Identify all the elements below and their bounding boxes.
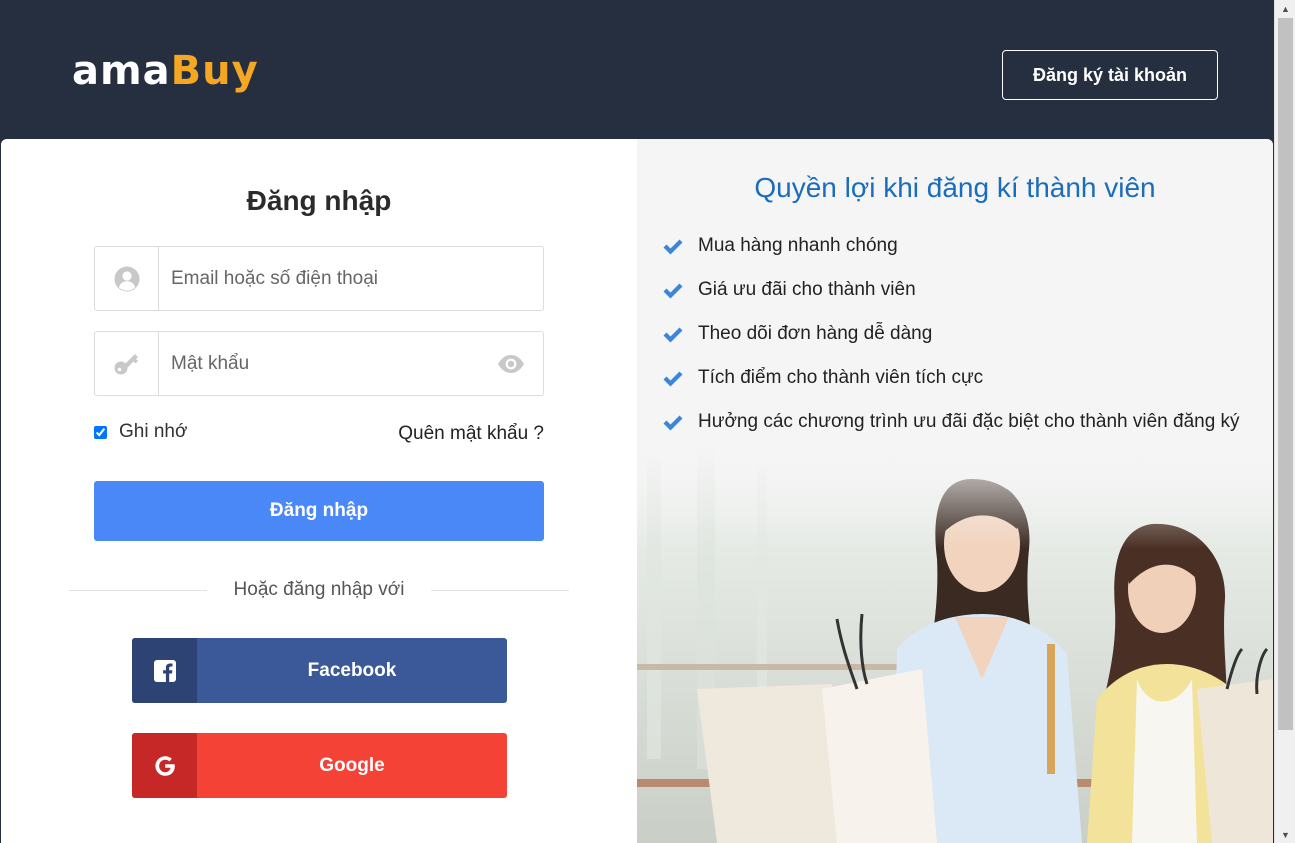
benefit-item: Giá ưu đãi cho thành viên <box>662 278 1252 301</box>
benefits-panel: Quyền lợi khi đăng kí thành viên Mua hàn… <box>637 139 1273 843</box>
google-label: Google <box>319 754 385 776</box>
check-icon <box>663 283 683 299</box>
login-title: Đăng nhập <box>246 185 392 216</box>
benefit-text: Hưởng các chương trình ưu đãi đặc biệt c… <box>698 411 1240 432</box>
register-button[interactable]: Đăng ký tài khoản <box>1002 50 1218 100</box>
email-input[interactable] <box>171 247 491 310</box>
benefit-item: Hưởng các chương trình ưu đãi đặc biệt c… <box>662 410 1252 433</box>
divider-text: Hoặc đăng nhập với <box>233 579 405 600</box>
facebook-login-button[interactable]: Facebook <box>132 638 507 703</box>
eye-icon[interactable] <box>497 352 525 376</box>
remember-label: Ghi nhớ <box>119 421 188 442</box>
email-field <box>94 246 544 311</box>
remember-checkbox[interactable] <box>94 425 107 439</box>
google-login-button[interactable]: Google <box>132 733 507 798</box>
logo-text-ama: ama <box>72 48 171 94</box>
benefits-list: Mua hàng nhanh chóng Giá ưu đãi cho thàn… <box>662 234 1252 454</box>
facebook-label: Facebook <box>307 659 397 681</box>
benefits-title: Quyền lợi khi đăng kí thành viên <box>754 172 1156 203</box>
scroll-up-arrow-icon[interactable]: ▲ <box>1275 0 1295 17</box>
remember-me[interactable]: Ghi nhớ <box>94 421 187 443</box>
google-icon <box>132 733 197 798</box>
check-icon <box>663 239 683 255</box>
user-circle-icon <box>95 247 159 310</box>
shopping-women-photo <box>637 439 1273 843</box>
benefit-text: Giá ưu đãi cho thành viên <box>698 279 916 300</box>
benefit-text: Tích điểm cho thành viên tích cực <box>698 367 984 388</box>
auth-card: Đăng nhập Email hoặc số điện thoại Ghi n… <box>1 139 1273 843</box>
login-panel: Đăng nhập Email hoặc số điện thoại Ghi n… <box>1 139 637 843</box>
benefit-item: Theo dõi đơn hàng dễ dàng <box>662 322 1252 345</box>
forgot-password-link[interactable]: Quên mật khẩu ? <box>398 423 544 445</box>
benefit-item: Tích điểm cho thành viên tích cực <box>662 366 1252 389</box>
vertical-scrollbar[interactable]: ▲ ▼ <box>1274 0 1295 843</box>
logo[interactable]: amaBuy <box>72 48 259 94</box>
check-icon <box>663 327 683 343</box>
login-submit-button[interactable]: Đăng nhập <box>94 481 544 541</box>
facebook-icon <box>132 638 197 703</box>
logo-text-buy: Buy <box>170 48 259 94</box>
password-input[interactable] <box>171 332 491 395</box>
check-icon <box>663 415 683 431</box>
benefit-text: Mua hàng nhanh chóng <box>698 235 898 256</box>
benefit-item: Mua hàng nhanh chóng <box>662 234 1252 257</box>
check-icon <box>663 371 683 387</box>
scroll-down-arrow-icon[interactable]: ▼ <box>1275 826 1295 843</box>
password-field <box>94 331 544 396</box>
benefit-text: Theo dõi đơn hàng dễ dàng <box>698 323 933 344</box>
key-icon <box>95 332 159 395</box>
scroll-thumb[interactable] <box>1278 18 1293 730</box>
